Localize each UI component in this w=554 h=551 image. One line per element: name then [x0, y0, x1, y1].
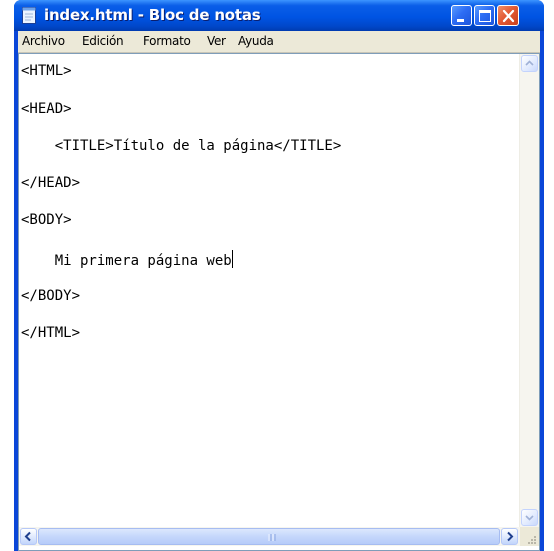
menu-ayuda[interactable]: Ayuda [238, 34, 274, 48]
editor-line: <TITLE>Título de la página</TITLE> [21, 138, 342, 154]
close-button[interactable] [497, 5, 519, 26]
grip-icon [268, 534, 276, 541]
editor-line: <HEAD> [21, 101, 72, 117]
minimize-icon [457, 19, 464, 22]
notepad-window: index.html - Bloc de notas Archivo Edici… [14, 0, 544, 551]
editor-line: <BODY> [21, 212, 72, 228]
minimize-button[interactable] [451, 5, 472, 26]
close-icon [502, 9, 515, 23]
menu-formato[interactable]: Formato [143, 34, 191, 48]
chevron-right-icon [507, 531, 514, 542]
editor-line-text: Mi primera página web [21, 253, 232, 269]
text-caret [231, 250, 233, 268]
client-area: Archivo Edición Formato Ver Ayuda <HTML>… [18, 31, 540, 551]
scroll-right-button[interactable] [501, 528, 518, 545]
maximize-button[interactable] [474, 5, 495, 26]
scroll-down-button[interactable] [521, 509, 538, 526]
menu-archivo[interactable]: Archivo [22, 34, 65, 48]
editor-line: </HEAD> [21, 175, 81, 191]
editor-line: </BODY> [21, 288, 81, 304]
resize-grip-icon [528, 536, 536, 544]
scroll-thumb[interactable] [38, 528, 500, 545]
menu-edicion[interactable]: Edición [82, 34, 124, 48]
vertical-scrollbar[interactable] [519, 54, 539, 527]
editor-line: Mi primera página web [21, 250, 233, 270]
horizontal-scrollbar[interactable] [19, 527, 520, 546]
text-area[interactable]: <HTML> <HEAD> <TITLE>Título de la página… [21, 55, 519, 526]
chevron-left-icon [24, 531, 31, 542]
editor-line: </HTML> [21, 325, 81, 341]
scroll-left-button[interactable] [20, 528, 37, 545]
resize-grip[interactable] [520, 527, 539, 546]
scroll-up-button[interactable] [521, 55, 538, 72]
chevron-up-icon [525, 60, 534, 66]
menu-ver[interactable]: Ver [207, 34, 226, 48]
maximize-icon [479, 10, 491, 22]
chevron-down-icon [525, 515, 534, 521]
text-editor[interactable]: <HTML> <HEAD> <TITLE>Título de la página… [18, 53, 540, 551]
title-bar[interactable]: index.html - Bloc de notas [14, 0, 544, 31]
editor-line: <HTML> [21, 63, 72, 79]
notepad-icon [22, 7, 36, 24]
window-title: index.html - Bloc de notas [44, 6, 261, 24]
menu-bar: Archivo Edición Formato Ver Ayuda [18, 31, 540, 53]
